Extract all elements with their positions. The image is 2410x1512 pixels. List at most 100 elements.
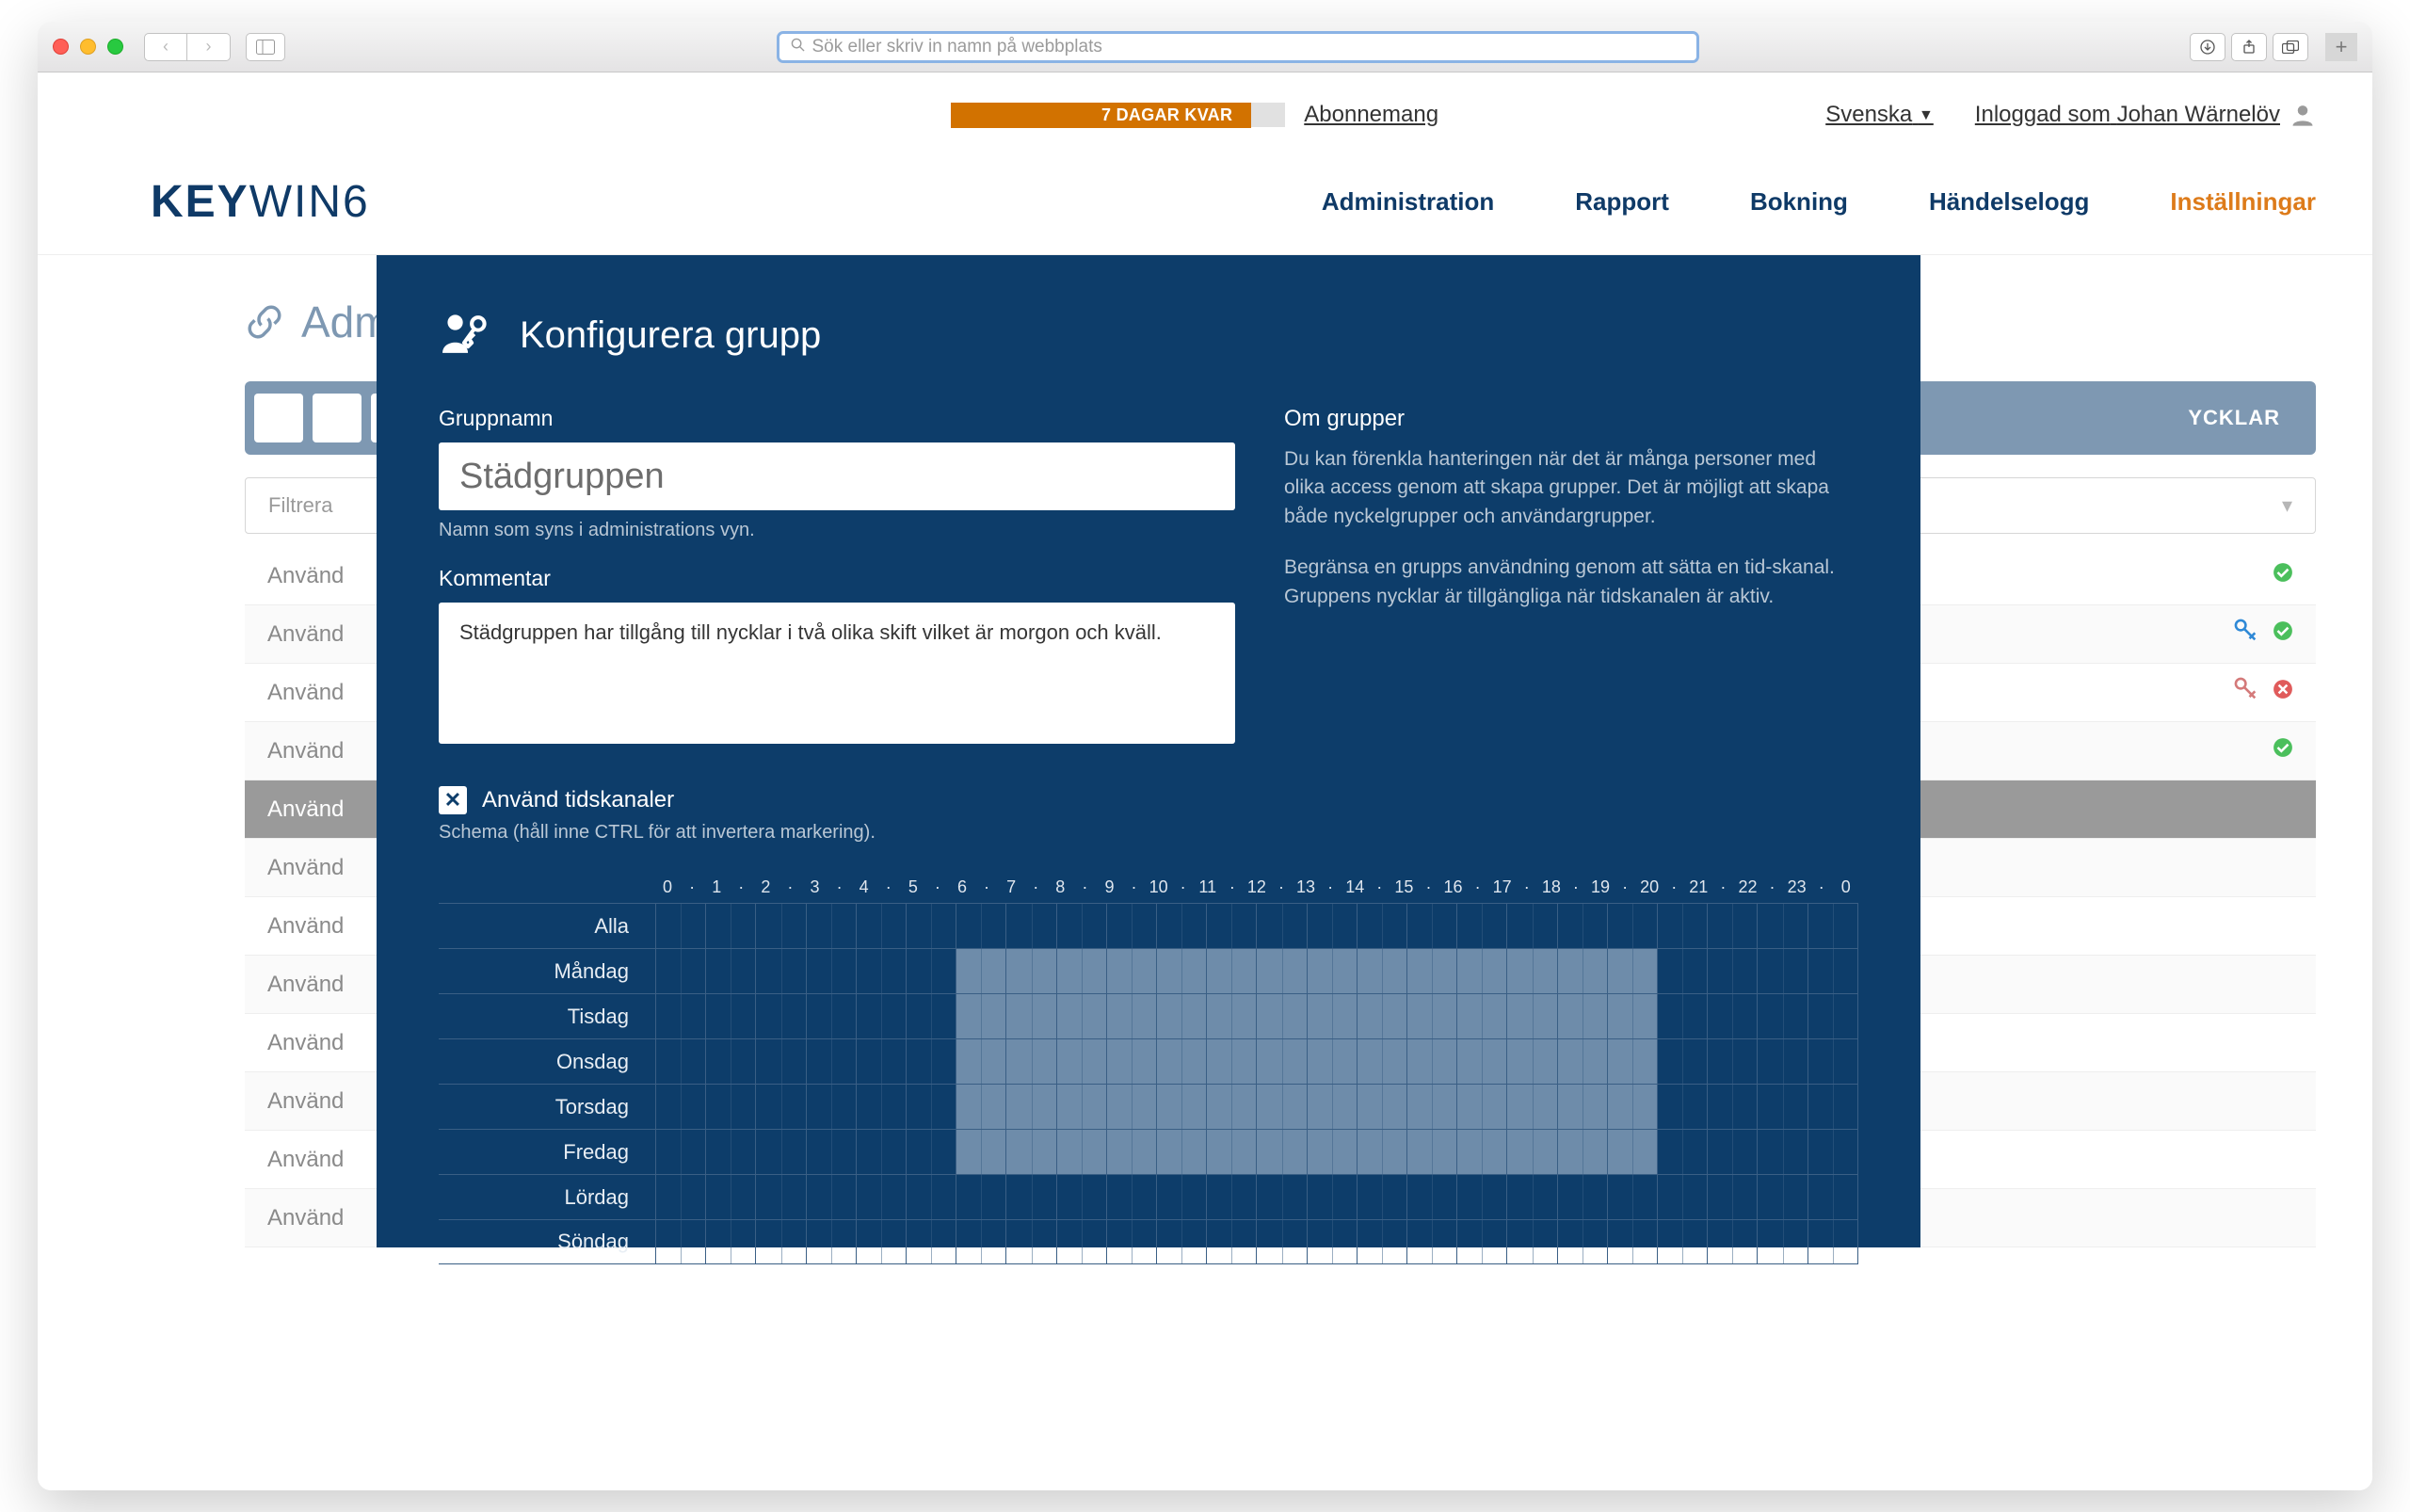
schedule-cell[interactable] — [1307, 1220, 1357, 1263]
schedule-cell[interactable] — [1357, 1039, 1406, 1084]
schedule-cell[interactable] — [1005, 1085, 1055, 1129]
schedule-cell[interactable] — [1707, 1130, 1757, 1174]
schedule-cell[interactable] — [1657, 1175, 1707, 1219]
schedule-cell[interactable] — [1757, 949, 1807, 993]
schedule-cell[interactable] — [1406, 994, 1456, 1038]
schedule-cell[interactable] — [1156, 1039, 1206, 1084]
schedule-cell[interactable] — [1657, 1085, 1707, 1129]
subscription-link[interactable]: Abonnemang — [1304, 102, 1438, 128]
schedule-cell[interactable] — [1206, 1175, 1256, 1219]
schedule-cell[interactable] — [1607, 1130, 1657, 1174]
schedule-row[interactable]: Lördag — [439, 1174, 1858, 1219]
schedule-cell[interactable] — [1456, 1130, 1506, 1174]
schedule-cell[interactable] — [705, 1220, 755, 1263]
schedule-row[interactable]: Onsdag — [439, 1038, 1858, 1084]
schedule-cell[interactable] — [755, 1220, 805, 1263]
share-button[interactable] — [2231, 33, 2267, 61]
nav-händelselogg[interactable]: Händelselogg — [1929, 187, 2089, 217]
schedule-cell[interactable] — [755, 904, 805, 948]
schedule-cell[interactable] — [1456, 904, 1506, 948]
schedule-cell[interactable] — [1156, 1175, 1206, 1219]
schedule-cell[interactable] — [1707, 994, 1757, 1038]
schedule-cell[interactable] — [1757, 1039, 1807, 1084]
schedule-cell[interactable] — [856, 1175, 906, 1219]
schedule-cell[interactable] — [1156, 994, 1206, 1038]
schedule-cell[interactable] — [806, 1085, 856, 1129]
use-timechannels-checkbox[interactable]: ✕ — [439, 786, 467, 814]
schedule-cell[interactable] — [755, 1130, 805, 1174]
schedule-cell[interactable] — [1506, 1220, 1556, 1263]
schedule-grid[interactable]: 0·1·2·3·4·5·6·7·8·9·10·11·12·13·14·15·16… — [439, 877, 1858, 1264]
schedule-cell[interactable] — [1607, 1220, 1657, 1263]
schedule-cell[interactable] — [1256, 994, 1306, 1038]
schedule-cell[interactable] — [1357, 994, 1406, 1038]
schedule-cell[interactable] — [1607, 904, 1657, 948]
schedule-cell[interactable] — [1707, 1175, 1757, 1219]
schedule-cell[interactable] — [1757, 1130, 1807, 1174]
schedule-cell[interactable] — [1206, 904, 1256, 948]
schedule-cell[interactable] — [1256, 1039, 1306, 1084]
schedule-cell[interactable] — [906, 1039, 956, 1084]
schedule-cell[interactable] — [1657, 1220, 1707, 1263]
schedule-cell[interactable] — [856, 904, 906, 948]
schedule-cell[interactable] — [1506, 1085, 1556, 1129]
schedule-cell[interactable] — [1456, 1220, 1506, 1263]
schedule-cell[interactable] — [956, 1175, 1005, 1219]
language-selector[interactable]: Svenska ▼ — [1825, 102, 1934, 128]
schedule-cell[interactable] — [1206, 1039, 1256, 1084]
tabs-button[interactable] — [2273, 33, 2308, 61]
schedule-cell[interactable] — [1106, 1175, 1156, 1219]
schedule-cell[interactable] — [655, 1130, 705, 1174]
schedule-cell[interactable] — [1307, 904, 1357, 948]
schedule-cell[interactable] — [1406, 1085, 1456, 1129]
schedule-cell[interactable] — [1657, 1130, 1707, 1174]
schedule-cell[interactable] — [906, 1175, 956, 1219]
schedule-cell[interactable] — [1106, 994, 1156, 1038]
schedule-cell[interactable] — [755, 1175, 805, 1219]
schedule-cell[interactable] — [1707, 1085, 1757, 1129]
schedule-cell[interactable] — [1307, 949, 1357, 993]
schedule-cell[interactable] — [1005, 1220, 1055, 1263]
schedule-cell[interactable] — [856, 1039, 906, 1084]
logged-in-user[interactable]: Inloggad som Johan Wärnelöv — [1975, 102, 2316, 128]
schedule-row[interactable]: Måndag — [439, 948, 1858, 993]
comment-input[interactable] — [439, 603, 1235, 744]
nav-administration[interactable]: Administration — [1322, 187, 1494, 217]
schedule-cell[interactable] — [705, 994, 755, 1038]
schedule-cell[interactable] — [1506, 949, 1556, 993]
schedule-cell[interactable] — [655, 1220, 705, 1263]
schedule-cell[interactable] — [1256, 1220, 1306, 1263]
schedule-cell[interactable] — [906, 1085, 956, 1129]
schedule-cell[interactable] — [1056, 1175, 1106, 1219]
schedule-cell[interactable] — [1557, 949, 1607, 993]
schedule-cell[interactable] — [956, 994, 1005, 1038]
toolbar-button-2[interactable] — [313, 394, 362, 442]
schedule-cell[interactable] — [1808, 1039, 1858, 1084]
schedule-cell[interactable] — [1156, 904, 1206, 948]
schedule-cell[interactable] — [755, 1039, 805, 1084]
schedule-cell[interactable] — [1256, 949, 1306, 993]
schedule-cell[interactable] — [1357, 1220, 1406, 1263]
schedule-cell[interactable] — [1206, 1085, 1256, 1129]
schedule-cell[interactable] — [806, 994, 856, 1038]
schedule-cell[interactable] — [1557, 1130, 1607, 1174]
new-tab-button[interactable]: + — [2325, 33, 2357, 61]
schedule-cell[interactable] — [1256, 1085, 1306, 1129]
schedule-cell[interactable] — [1657, 949, 1707, 993]
schedule-cell[interactable] — [1106, 904, 1156, 948]
schedule-cell[interactable] — [1005, 949, 1055, 993]
schedule-row[interactable]: Torsdag — [439, 1084, 1858, 1129]
schedule-cell[interactable] — [705, 904, 755, 948]
schedule-cell[interactable] — [856, 1220, 906, 1263]
window-close-icon[interactable] — [53, 39, 69, 55]
schedule-cell[interactable] — [1357, 1085, 1406, 1129]
schedule-cell[interactable] — [1657, 994, 1707, 1038]
schedule-cell[interactable] — [1056, 1085, 1106, 1129]
schedule-cell[interactable] — [1256, 1130, 1306, 1174]
schedule-cell[interactable] — [956, 1130, 1005, 1174]
schedule-cell[interactable] — [1456, 994, 1506, 1038]
schedule-cell[interactable] — [1056, 1039, 1106, 1084]
schedule-cell[interactable] — [806, 949, 856, 993]
schedule-cell[interactable] — [906, 904, 956, 948]
back-button[interactable]: ‹ — [144, 33, 187, 61]
